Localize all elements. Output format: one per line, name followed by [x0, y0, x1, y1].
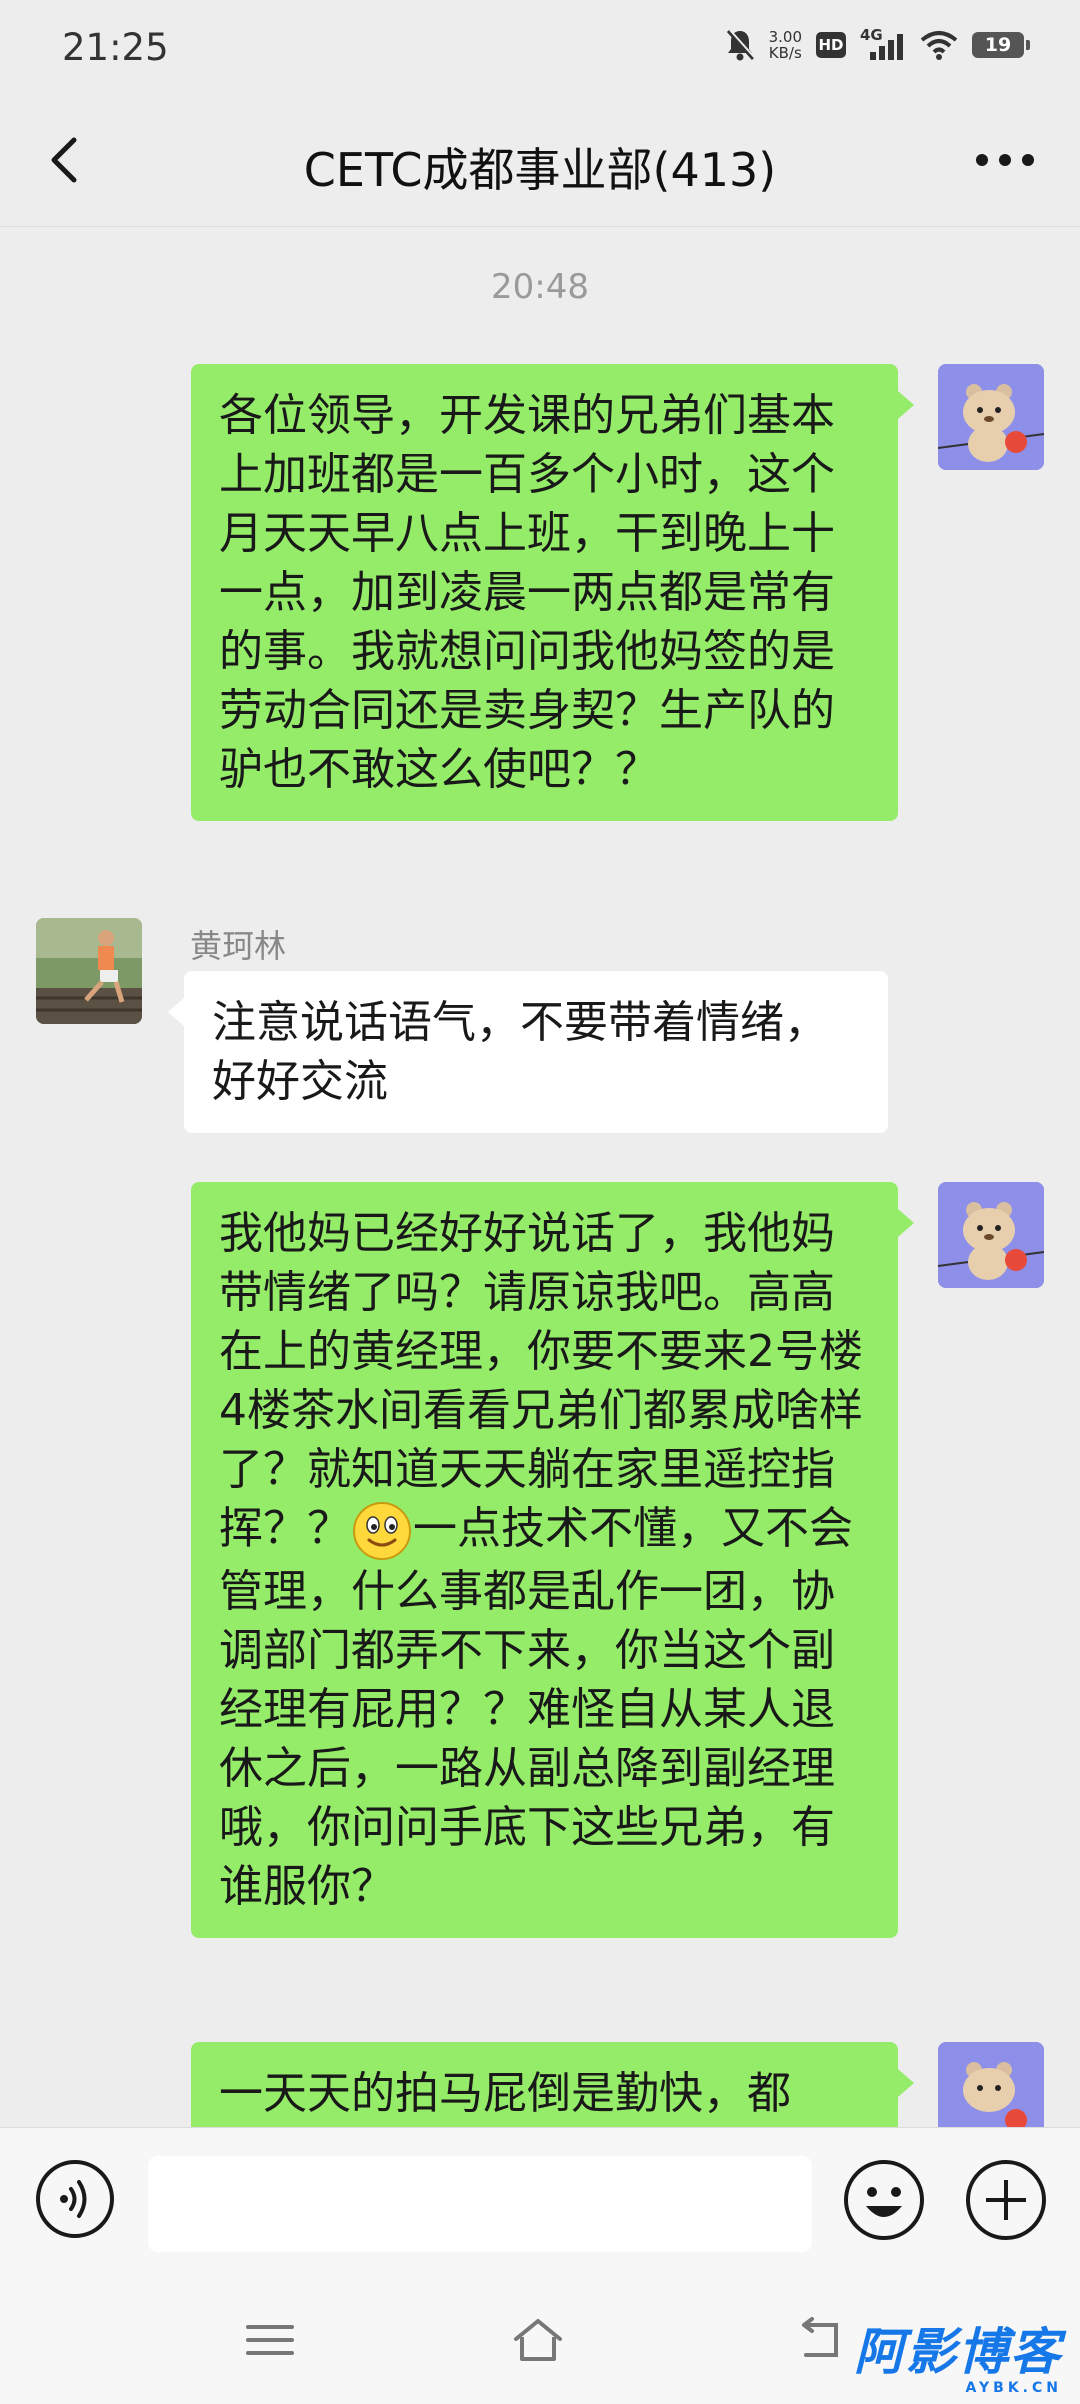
message-timestamp: 20:48	[491, 267, 589, 307]
message-input[interactable]	[148, 2156, 812, 2252]
net-speed-unit: KB/s	[768, 44, 802, 62]
message-text: 各位领导，开发课的兄弟们基本上加班都是一百多个小时，这个月天天早八点上班，干到晚…	[219, 390, 835, 795]
emoji-icon[interactable]	[842, 2158, 926, 2242]
message-text: 一天天的拍马屁倒是勤快，都	[219, 2068, 791, 2119]
bear-avatar-icon	[938, 1182, 1044, 1288]
message-bubble-sent[interactable]: 我他妈已经好好说话了，我他妈带情绪了吗？请原谅我吧。高高在上的黄经理，你要不要来…	[191, 1182, 898, 1938]
watermark-logo: 阿影博客 AYBK.CN	[854, 2324, 1062, 2396]
net-speed-value: 3.00	[768, 28, 802, 46]
net-speed: 3.00 KB/s	[769, 29, 802, 61]
more-options-icon[interactable]	[970, 138, 1040, 182]
watermark-domain: AYBK.CN	[965, 2380, 1062, 2396]
menu-icon[interactable]	[242, 2315, 298, 2365]
message-bubble-received[interactable]: 注意说话语气，不要带着情绪，好好交流	[184, 971, 888, 1133]
message-bubble-sent[interactable]: 一天天的拍马屁倒是勤快，都	[191, 2042, 898, 2127]
system-nav-bar: 阿影博客 AYBK.CN	[0, 2279, 1080, 2404]
status-icons: 3.00 KB/s HD 4G 19	[725, 26, 1030, 62]
input-bar	[0, 2127, 1080, 2280]
my-avatar[interactable]	[938, 2042, 1044, 2127]
sender-name: 黄珂林	[190, 927, 287, 965]
hd-badge: HD	[816, 32, 846, 58]
bear-avatar-icon	[938, 364, 1044, 470]
message-text-part: 一点技术不懂，又不会管理，什么事都是乱作一团，协调部门都弄不下来，你当这个副经理…	[219, 1503, 853, 1912]
bear-avatar-icon	[938, 2042, 1044, 2127]
my-avatar[interactable]	[938, 1182, 1044, 1288]
smile-emoji-icon	[353, 1502, 411, 1560]
sender-avatar[interactable]	[36, 918, 142, 1024]
message-bubble-sent[interactable]: 各位领导，开发课的兄弟们基本上加班都是一百多个小时，这个月天天早八点上班，干到晚…	[191, 364, 898, 821]
battery-icon: 19	[972, 32, 1030, 58]
signal-icon	[870, 34, 903, 60]
watermark-text: 阿影博客	[854, 2323, 1062, 2381]
chat-header: CETC成都事业部(413)	[0, 96, 1080, 227]
signal-indicator: 4G	[860, 26, 906, 60]
message-text: 注意说话语气，不要带着情绪，好好交流	[212, 997, 828, 1107]
plus-icon[interactable]	[964, 2158, 1048, 2242]
status-bar: 21:25 3.00 KB/s HD 4G 19	[0, 0, 1080, 96]
status-time: 21:25	[62, 26, 169, 69]
chat-area[interactable]: 20:48 各位领导，开发课的兄弟们基本上加班都是一百多个小时，这个月天天早八点…	[0, 227, 1080, 2127]
chat-title[interactable]: CETC成都事业部(413)	[0, 134, 1080, 200]
back-nav-icon[interactable]	[792, 2315, 848, 2365]
home-icon[interactable]	[510, 2315, 566, 2365]
mute-bell-icon	[726, 29, 755, 61]
voice-icon[interactable]	[34, 2158, 116, 2240]
person-avatar-icon	[36, 918, 142, 1024]
my-avatar[interactable]	[938, 364, 1044, 470]
wifi-icon	[920, 31, 958, 60]
